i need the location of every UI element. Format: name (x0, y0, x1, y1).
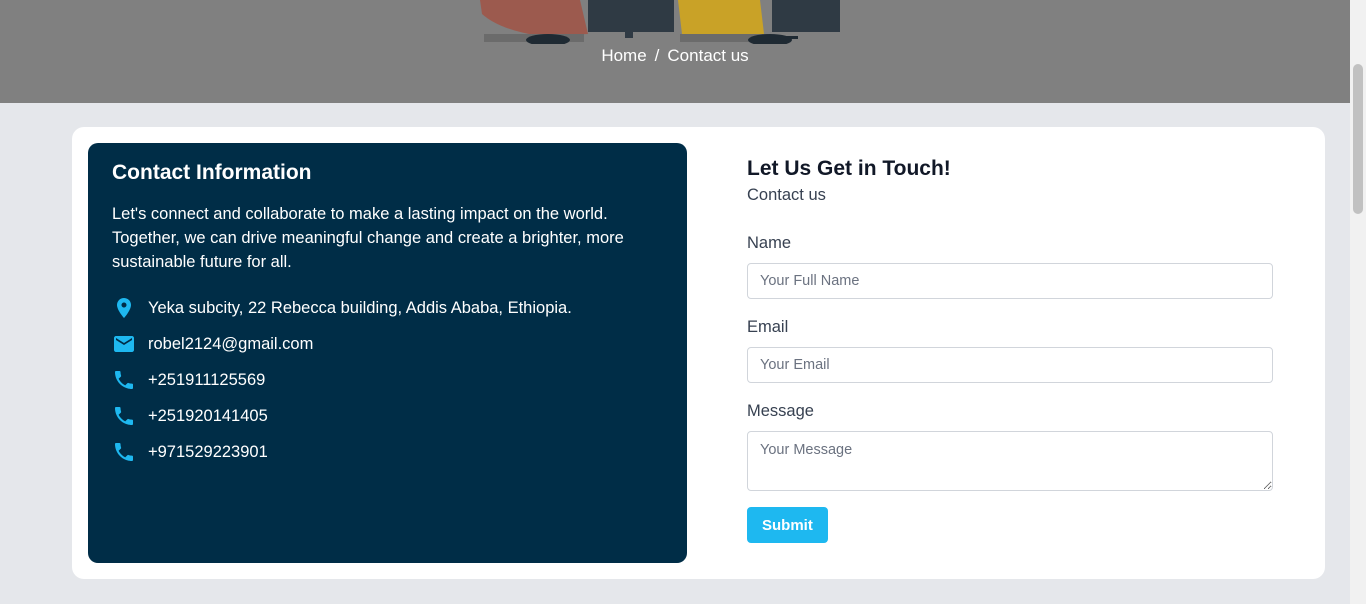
breadcrumb-separator: / (654, 46, 660, 65)
contact-phone-text[interactable]: +971529223901 (148, 443, 268, 462)
email-input[interactable] (747, 347, 1273, 383)
contact-phone-1: +251911125569 (112, 362, 663, 398)
contact-phone-text[interactable]: +251911125569 (148, 371, 265, 390)
breadcrumb: Home / Contact us (0, 46, 1350, 66)
name-input[interactable] (747, 263, 1273, 299)
mail-icon (112, 332, 136, 356)
submit-button[interactable]: Submit (747, 507, 828, 543)
page-scrollbar[interactable] (1350, 0, 1366, 604)
contact-info-title: Contact Information (112, 161, 312, 184)
phone-icon (112, 368, 136, 392)
contact-card: Contact Information Let's connect and co… (72, 127, 1325, 579)
breadcrumb-current: Contact us (667, 46, 749, 65)
message-textarea[interactable] (747, 431, 1273, 491)
hero-banner: Home / Contact us (0, 0, 1350, 103)
contact-phone-text[interactable]: +251920141405 (148, 407, 268, 426)
contact-info-description: Let's connect and collaborate to make a … (112, 205, 624, 271)
contact-email-text[interactable]: robel2124@gmail.com (148, 335, 313, 354)
phone-icon (112, 404, 136, 428)
contact-phone-3: +971529223901 (112, 434, 663, 470)
contact-address: Yeka subcity, 22 Rebecca building, Addis… (112, 290, 663, 326)
name-label: Name (747, 234, 792, 252)
contact-address-text: Yeka subcity, 22 Rebecca building, Addis… (148, 298, 572, 317)
breadcrumb-home-link[interactable]: Home (601, 46, 646, 65)
email-label: Email (747, 318, 789, 336)
scrollbar-thumb[interactable] (1353, 64, 1363, 214)
contact-info-panel: Contact Information Let's connect and co… (88, 143, 687, 563)
phone-icon (112, 440, 136, 464)
form-subtitle: Contact us (747, 186, 826, 204)
location-pin-icon (112, 296, 136, 320)
contact-phone-2: +251920141405 (112, 398, 663, 434)
contact-email: robel2124@gmail.com (112, 326, 663, 362)
message-label: Message (747, 402, 814, 420)
hero-illustration (480, 0, 840, 44)
form-title: Let Us Get in Touch! (747, 157, 951, 180)
contact-form: Let Us Get in Touch! Contact us Name Ema… (747, 157, 1273, 543)
